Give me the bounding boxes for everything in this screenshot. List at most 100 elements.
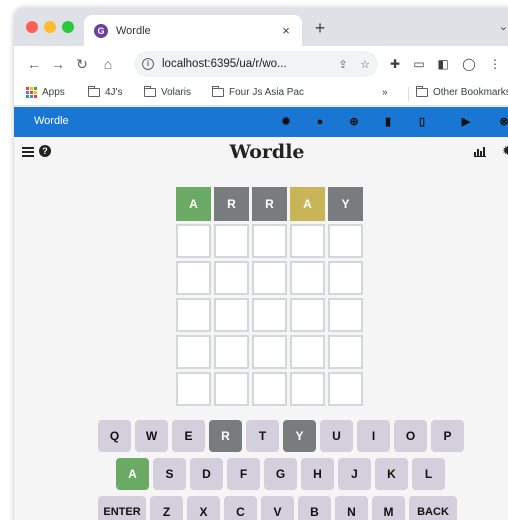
key-d[interactable]: D: [190, 458, 223, 490]
window-minimize-button[interactable]: [44, 21, 56, 33]
key-w[interactable]: W: [135, 420, 168, 452]
apps-grid-icon: [26, 87, 37, 98]
document-icon[interactable]: ▮: [380, 114, 396, 130]
globe-icon[interactable]: ⊕: [346, 114, 362, 130]
key-g[interactable]: G: [264, 458, 297, 490]
key-f[interactable]: F: [227, 458, 260, 490]
key-p[interactable]: P: [431, 420, 464, 452]
board-tile: [328, 372, 363, 406]
bookmark-apps[interactable]: Apps: [26, 87, 65, 98]
key-e[interactable]: E: [172, 420, 205, 452]
share-icon[interactable]: ⇪: [334, 58, 352, 71]
key-o[interactable]: O: [394, 420, 427, 452]
site-info-icon[interactable]: i: [142, 58, 154, 70]
key-u[interactable]: U: [320, 420, 353, 452]
tab-search-icon[interactable]: ⌄: [499, 20, 508, 33]
bookmark-other-bookmarks[interactable]: Other Bookmarks: [416, 86, 508, 98]
board-row: [176, 372, 364, 406]
bookmarks-bar: Apps 4J's Volaris Four Js Asia Pac » Oth…: [14, 82, 508, 106]
profile-avatar-icon[interactable]: ◯: [460, 55, 478, 73]
game-title: Wordle: [229, 141, 305, 163]
bookmarks-overflow-chevron[interactable]: »: [382, 87, 388, 98]
bookmark-label: Four Js Asia Pac: [229, 87, 305, 98]
key-q[interactable]: Q: [98, 420, 131, 452]
sidepanel-icon[interactable]: ◧: [434, 55, 452, 73]
key-t[interactable]: T: [246, 420, 279, 452]
bookmark-volaris[interactable]: Volaris: [144, 86, 191, 98]
back-icon[interactable]: ←: [24, 54, 44, 74]
board-tile: [290, 224, 325, 258]
key-l[interactable]: L: [412, 458, 445, 490]
key-back[interactable]: BACK: [409, 496, 457, 520]
folder-icon: [88, 86, 100, 97]
play-icon[interactable]: ▶: [458, 114, 474, 130]
key-h[interactable]: H: [301, 458, 334, 490]
board-tile: [252, 372, 287, 406]
reload-icon[interactable]: ↻: [72, 54, 92, 74]
key-y[interactable]: Y: [283, 420, 316, 452]
board-tile: [214, 335, 249, 369]
tab-close-icon[interactable]: ×: [276, 23, 296, 38]
board-tile: [176, 335, 211, 369]
board-tile: [328, 261, 363, 295]
key-b[interactable]: B: [298, 496, 331, 520]
board-tile: [290, 298, 325, 332]
board-tile: [328, 335, 363, 369]
board-tile: [290, 335, 325, 369]
board-tile: [328, 298, 363, 332]
folder-icon: [144, 86, 156, 97]
address-bar[interactable]: i localhost:6395/ua/r/wo... ⇪ ☆: [134, 51, 378, 77]
menu-kebab-icon[interactable]: ⋮: [486, 55, 504, 73]
home-icon[interactable]: ⌂: [98, 54, 118, 74]
bookmark-star-icon[interactable]: ☆: [356, 58, 374, 71]
bookmark-4js[interactable]: 4J's: [88, 86, 123, 98]
key-m[interactable]: M: [372, 496, 405, 520]
board-tile: Y: [328, 187, 363, 221]
window-maximize-button[interactable]: [62, 21, 74, 33]
cast-icon[interactable]: ▭: [410, 55, 428, 73]
gear-icon[interactable]: ✹: [278, 114, 294, 130]
close-icon[interactable]: ⊗: [496, 114, 508, 130]
board-tile: [214, 298, 249, 332]
game-page: ? Wordle ✹ ARRAY Q W E R T Y U I O P A S D F G H J K L ENTE…: [14, 137, 508, 520]
key-c[interactable]: C: [224, 496, 257, 520]
url-text[interactable]: localhost:6395/ua/r/wo...: [162, 58, 334, 70]
board-tile: [214, 261, 249, 295]
folder-icon: [212, 86, 224, 97]
key-x[interactable]: X: [187, 496, 220, 520]
file-icon[interactable]: ▯: [414, 114, 430, 130]
key-a[interactable]: A: [116, 458, 149, 490]
stats-chart-icon[interactable]: [474, 147, 486, 157]
key-r[interactable]: R: [209, 420, 242, 452]
bookmark-label: 4J's: [105, 87, 123, 98]
extensions-puzzle-icon[interactable]: ✚: [386, 55, 404, 73]
board-row: [176, 224, 364, 258]
board-tile: [214, 372, 249, 406]
key-z[interactable]: Z: [150, 496, 183, 520]
key-i[interactable]: I: [357, 420, 390, 452]
window-close-button[interactable]: [26, 21, 38, 33]
board-row: ARRAY: [176, 187, 364, 221]
key-k[interactable]: K: [375, 458, 408, 490]
forward-icon[interactable]: →: [48, 54, 68, 74]
key-v[interactable]: V: [261, 496, 294, 520]
board-tile: [290, 261, 325, 295]
board-tile: [252, 224, 287, 258]
bookmark-four-js-asia-pac[interactable]: Four Js Asia Pac: [212, 86, 305, 98]
keyboard-row: QWERTYUIOP: [98, 420, 464, 452]
board-tile: [328, 224, 363, 258]
key-j[interactable]: J: [338, 458, 371, 490]
board-row: [176, 298, 364, 332]
app-toolbar: Wordle ✹ ● ⊕ ▮ ▯ ▶ ⊗: [14, 107, 508, 137]
board-tile: R: [214, 187, 249, 221]
key-enter[interactable]: ENTER: [98, 496, 146, 520]
key-s[interactable]: S: [153, 458, 186, 490]
new-tab-button[interactable]: +: [310, 18, 330, 39]
game-board: ARRAY: [176, 187, 364, 409]
address-toolbar: ← → ↻ ⌂ i localhost:6395/ua/r/wo... ⇪ ☆ …: [14, 46, 508, 82]
board-tile: [176, 261, 211, 295]
settings-gear-icon[interactable]: ✹: [502, 143, 508, 159]
browser-tab[interactable]: G Wordle ×: [84, 15, 302, 46]
key-n[interactable]: N: [335, 496, 368, 520]
info-icon[interactable]: ●: [312, 114, 328, 130]
